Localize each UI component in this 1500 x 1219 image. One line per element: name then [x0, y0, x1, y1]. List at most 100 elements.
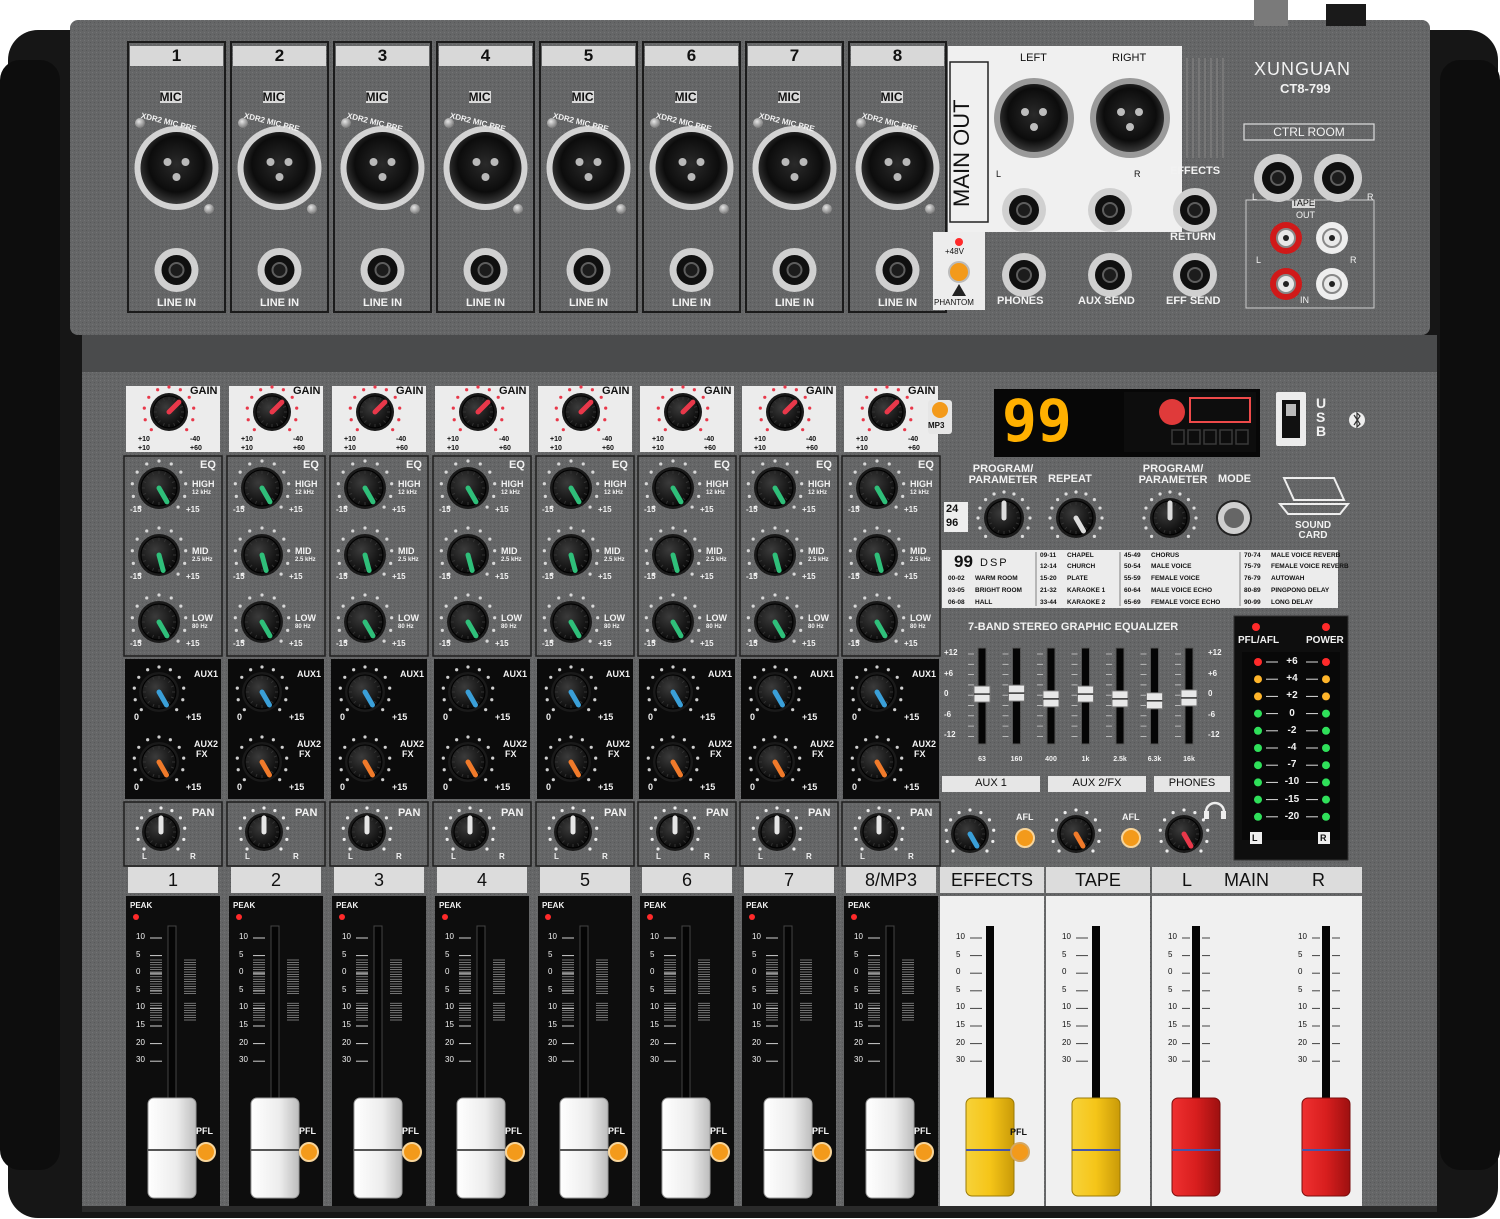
fader-scale-label: 10 [548, 1002, 557, 1012]
fader-scale-label: 10 [650, 1002, 659, 1012]
scale-min: -15 [130, 572, 142, 581]
eq-high-label: HIGH [706, 479, 729, 489]
preamp-label: XDR2 MIC PRE [449, 111, 507, 134]
scale-max: +15 [802, 782, 818, 792]
fader-scale-label: 20 [548, 1037, 557, 1047]
scale-min: -15 [644, 639, 656, 648]
scale-max: +15 [598, 782, 614, 792]
effect-name: BRIGHT ROOM [975, 587, 1022, 594]
pan-label: PAN [910, 807, 933, 819]
pan-label: PAN [706, 807, 729, 819]
fader-scale-label: 0 [752, 967, 757, 977]
scale-min: -15 [336, 639, 348, 648]
channel-number: 8 [892, 46, 903, 65]
scale-min: -15 [233, 572, 245, 581]
fader-scale-label: 5 [548, 949, 553, 959]
effect-name: MALE VOICE [1151, 563, 1192, 570]
eq-freq-label: 2.5 kHz [604, 557, 625, 563]
mic-label: MIC [880, 90, 903, 104]
led-number-display: 99 [1002, 387, 1072, 455]
eq-freq-label: 12 kHz [808, 490, 828, 496]
fx-label: FX [196, 749, 208, 759]
fader-scale-label: 5 [239, 984, 244, 994]
preamp-label: XDR2 MIC PRE [758, 111, 816, 134]
scale-min: 0 [237, 712, 243, 722]
fader-scale-label: 0 [854, 967, 859, 977]
effect-number-range: 80-89 [1244, 587, 1261, 594]
channel-number: 2 [274, 46, 285, 65]
mic-label: MIC [365, 90, 388, 104]
gain-scale: +60 [602, 445, 614, 452]
bits-label: 24 [946, 503, 959, 515]
eq-freq-label: 2.5 kHz [192, 557, 213, 563]
scale-max: +15 [598, 639, 612, 648]
fader-scale-label: 5 [956, 984, 961, 994]
eq-freq-label: 80 Hz [295, 624, 311, 630]
geq-scale-right: +6 [1208, 668, 1218, 678]
fader-scale-label: 5 [548, 984, 553, 994]
scale-min: 0 [750, 712, 756, 722]
pan-l: L [451, 852, 456, 861]
effect-name: PLATE [1067, 575, 1088, 582]
program-parameter-label: PROGRAM/ PARAMETER [968, 463, 1038, 486]
effect-number-range: 70-74 [1244, 552, 1261, 559]
effect-number-range: 21-32 [1040, 587, 1057, 594]
effect-number-range: 06-08 [948, 599, 965, 606]
fader-scale-label: 5 [1298, 949, 1303, 959]
pan-l: L [554, 852, 559, 861]
preamp-label: XDR2 MIC PRE [552, 111, 610, 134]
model-number: CT8-799 [1280, 81, 1331, 96]
eq-freq-label: 12 kHz [398, 490, 418, 496]
line-in-label: LINE IN [877, 297, 918, 309]
gain-scale: +10 [550, 436, 562, 443]
eq-label: EQ [509, 459, 525, 471]
pan-label: PAN [398, 807, 421, 819]
master-title: AUX 2/FX [1072, 777, 1122, 789]
pan-r: R [908, 852, 914, 861]
mic-label: MIC [777, 90, 800, 104]
gain-scale: +10 [754, 445, 766, 452]
preamp-label: XDR2 MIC PRE [346, 111, 404, 134]
fader-scale-label: 30 [548, 1055, 557, 1065]
gain-scale: +60 [499, 445, 511, 452]
master-label: EFFECTS [950, 870, 1033, 890]
fader-scale-label: 10 [854, 932, 863, 941]
fader-scale-label: 5 [445, 984, 450, 994]
scale-min: -15 [439, 572, 451, 581]
return-label: RETURN [1170, 231, 1216, 243]
fader-scale-label: 10 [1168, 1002, 1177, 1012]
scale-max: +15 [802, 505, 816, 514]
effect-number-range: 50-54 [1124, 563, 1141, 570]
aux2-label: AUX2 [606, 739, 631, 749]
scale-min: 0 [340, 782, 346, 792]
fader-scale-label: 20 [1062, 1037, 1071, 1047]
fader-scale-label: 10 [956, 932, 965, 941]
pfl-afl-label: PFL/AFL [1238, 635, 1280, 646]
dsp-logo-number: 99 [954, 552, 973, 571]
aux2-label: AUX2 [194, 739, 219, 749]
meter-scale-label: -10 [1284, 776, 1300, 788]
effect-number-range: 65-69 [1124, 599, 1141, 606]
scale-max: +15 [598, 712, 614, 722]
fader-scale-label: 5 [854, 984, 859, 994]
fader-scale-label: 5 [445, 949, 450, 959]
fader-scale-label: 30 [956, 1055, 965, 1065]
ctrl-l-label: L [1252, 192, 1258, 202]
fader-scale-label: 20 [650, 1037, 659, 1047]
eq-mid-label: MID [910, 546, 927, 556]
line-in-label: LINE IN [362, 297, 403, 309]
eq-label: EQ [406, 459, 422, 471]
master-label: TAPE [1075, 870, 1121, 890]
gain-scale: +60 [704, 445, 716, 452]
meter-scale-label: +4 [1286, 673, 1298, 685]
fader-scale-label: 0 [1062, 967, 1067, 977]
effect-number-range: 33-44 [1040, 599, 1057, 606]
fader-scale-label: 20 [136, 1037, 145, 1047]
gain-scale: +10 [138, 436, 150, 443]
channel-strip-label: 1 [167, 870, 178, 890]
repeat-label: REPEAT [1048, 473, 1092, 485]
eq-high-label: HIGH [604, 479, 627, 489]
fader-scale-label: 15 [445, 1020, 454, 1029]
tape-label: TAPE [1292, 198, 1315, 208]
fader-scale-label: 5 [342, 949, 347, 959]
